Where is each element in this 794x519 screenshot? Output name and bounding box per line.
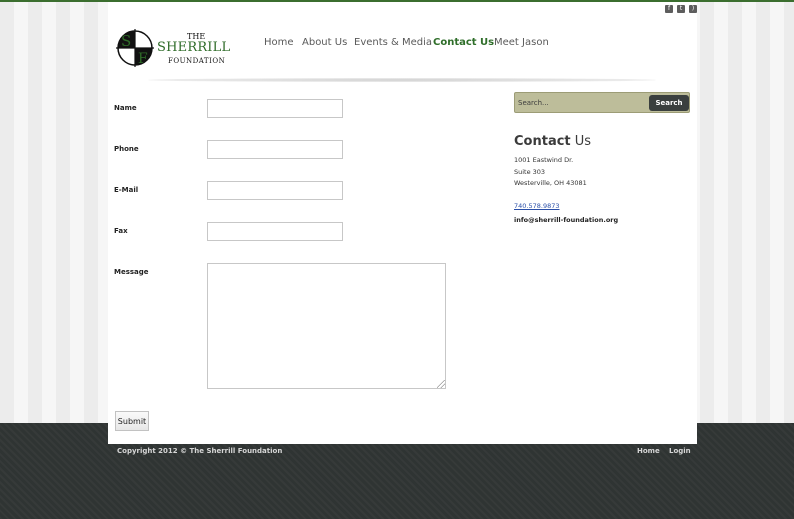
email-field[interactable] <box>207 181 343 200</box>
footer-home-link[interactable]: Home <box>637 447 660 455</box>
message-field[interactable] <box>207 263 446 389</box>
address-line-1: 1001 Eastwind Dr. <box>514 156 574 164</box>
phone-link[interactable]: 740.578.9873 <box>514 202 560 210</box>
twitter-icon[interactable]: t <box>677 5 685 13</box>
monogram-f: F <box>138 51 148 67</box>
facebook-icon[interactable]: f <box>665 5 673 13</box>
content-panel: f t ) S F THE SHERRILL FOUNDATION Home A… <box>108 2 697 444</box>
email-address: info@sherrill-foundation.org <box>514 216 619 224</box>
phone-label: Phone <box>114 145 139 153</box>
fax-label: Fax <box>114 227 128 235</box>
name-field[interactable] <box>207 99 343 118</box>
nav-shadow <box>148 78 656 82</box>
nav-meet-jason[interactable]: Meet Jason <box>494 37 549 48</box>
address-line-2: Suite 303 <box>514 168 546 176</box>
email-label: E-Mail <box>114 186 139 194</box>
search-input[interactable] <box>518 96 645 110</box>
search-button[interactable]: Search <box>649 95 689 111</box>
logo-foundation: FOUNDATION <box>168 57 226 65</box>
resize-grip-icon[interactable] <box>437 380 445 388</box>
contact-heading: Contact Us <box>514 134 591 149</box>
phone-field[interactable] <box>207 140 343 159</box>
submit-button[interactable]: Submit <box>115 411 149 431</box>
copyright-text: Copyright 2012 © The Sherrill Foundation <box>117 447 283 455</box>
nav-home[interactable]: Home <box>264 37 294 48</box>
message-label: Message <box>114 268 149 276</box>
address-line-3: Westerville, OH 43081 <box>514 179 587 187</box>
nav-contact-us[interactable]: Contact Us <box>433 37 494 48</box>
contact-heading-bold: Contact <box>514 134 571 149</box>
monogram-s: S <box>121 32 131 50</box>
search-box: Search <box>514 92 690 113</box>
rss-icon[interactable]: ) <box>689 5 697 13</box>
site-logo[interactable]: S F THE SHERRILL FOUNDATION <box>115 27 239 71</box>
contact-heading-rest: Us <box>570 134 592 149</box>
sf-monogram-icon: S F <box>116 29 154 67</box>
fax-field[interactable] <box>207 222 343 241</box>
name-label: Name <box>114 104 137 112</box>
footer-login-link[interactable]: Login <box>669 447 691 455</box>
logo-name: SHERRILL <box>157 40 231 55</box>
nav-events-media[interactable]: Events & Media <box>354 37 432 48</box>
nav-about-us[interactable]: About Us <box>302 37 347 48</box>
